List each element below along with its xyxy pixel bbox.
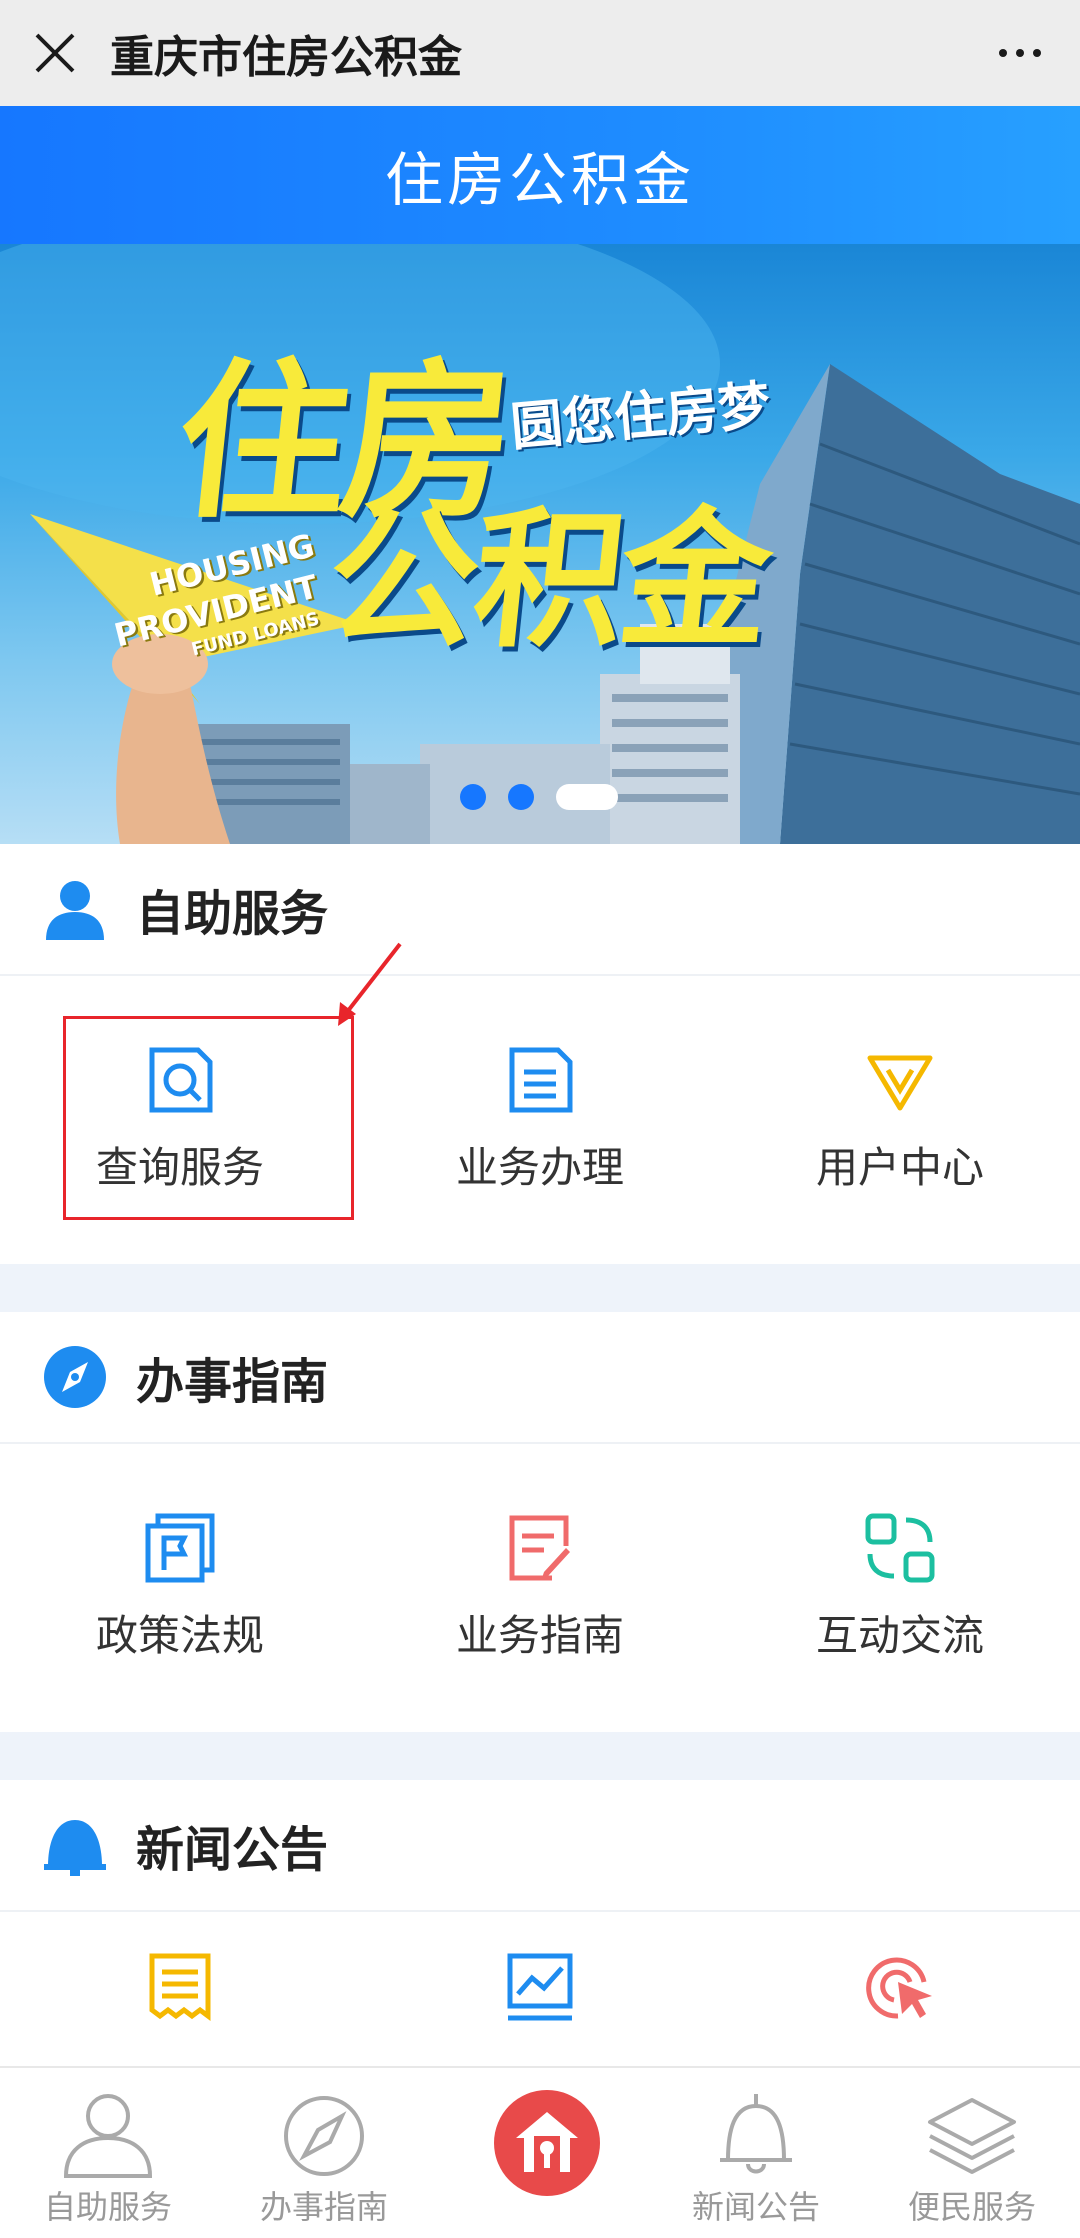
item-label: 业务办理 [455,1142,624,1192]
layers-icon [928,2098,1016,2174]
section-header: 新闻公告 [0,1780,1080,1912]
section-title: 新闻公告 [136,1822,329,1878]
home-icon [516,2112,578,2172]
banner-carousel[interactable]: 住房 圆您住房梦 公积金 HOUSING PROVIDENT FUND LOAN… [0,244,1080,844]
item-label: 用户中心 [815,1142,984,1192]
close-button[interactable] [0,0,110,106]
section-news: 新闻公告 [0,1780,1080,2070]
person-outline-icon [63,2094,153,2178]
item-label: 业务指南 [455,1610,624,1660]
section-header: 办事指南 [0,1312,1080,1444]
tab-news[interactable]: 新闻公告 [648,2068,864,2238]
section-header: 自助服务 [0,844,1080,976]
news-item-target[interactable] [720,1952,1080,2042]
compass-outline-icon [284,2096,364,2176]
tab-label: 办事指南 [259,2188,388,2226]
tab-guide[interactable]: 办事指南 [216,2068,432,2238]
flag-icon [145,1513,215,1582]
bell-icon [42,1812,108,1878]
header-title: 住房公积金 [384,146,695,214]
business-guide-button[interactable]: 业务指南 [360,1444,720,1730]
more-icon [999,49,1007,57]
tab-self-service[interactable]: 自助服务 [0,2068,216,2238]
user-center-button[interactable]: 用户中心 [720,976,1080,1262]
more-button[interactable] [960,0,1080,106]
close-icon [35,33,75,73]
item-label: 互动交流 [815,1610,984,1660]
section-divider [0,1732,1080,1780]
highlight-box [63,1016,354,1220]
tab-label: 新闻公告 [691,2188,820,2226]
bell-outline-icon [720,2094,792,2174]
chart-icon [507,1953,573,2021]
top-bar: 重庆市住房公积金 [0,0,1080,106]
annotation-arrow-icon [338,942,402,1026]
policy-regulation-button[interactable]: 政策法规 [0,1444,360,1730]
business-handling-button[interactable]: 业务办理 [360,976,720,1262]
news-item-report[interactable] [360,1952,720,2042]
home-button[interactable] [494,2090,600,2196]
item-label: 政策法规 [95,1610,264,1660]
carousel-dots [460,784,618,810]
news-item-notice[interactable] [0,1952,360,2042]
compass-icon [42,1344,108,1410]
section-title: 自助服务 [136,886,329,942]
section-divider [0,1264,1080,1312]
carousel-dot-active[interactable] [556,784,618,810]
edit-doc-icon [509,1515,570,1580]
user-icon [42,876,108,942]
section-title: 办事指南 [136,1354,329,1410]
carousel-dot[interactable] [460,784,486,810]
banner-headline-2: 公积金 [319,494,776,668]
interaction-button[interactable]: 互动交流 [720,1444,1080,1730]
receipt-icon [149,1953,211,2021]
section-guide: 办事指南 政策法规 业务指南 互动交流 [0,1312,1080,1730]
exchange-icon [865,1513,935,1582]
tab-convenience[interactable]: 便民服务 [864,2068,1080,2238]
diamond-icon [867,1055,933,1110]
header: 住房公积金 [0,106,1080,244]
carousel-dot[interactable] [508,784,534,810]
tab-label: 便民服务 [907,2188,1036,2226]
page-title: 重庆市住房公积金 [110,32,462,83]
target-click-icon [866,1957,932,2019]
tab-label: 自助服务 [43,2188,172,2226]
document-icon [509,1047,573,1112]
